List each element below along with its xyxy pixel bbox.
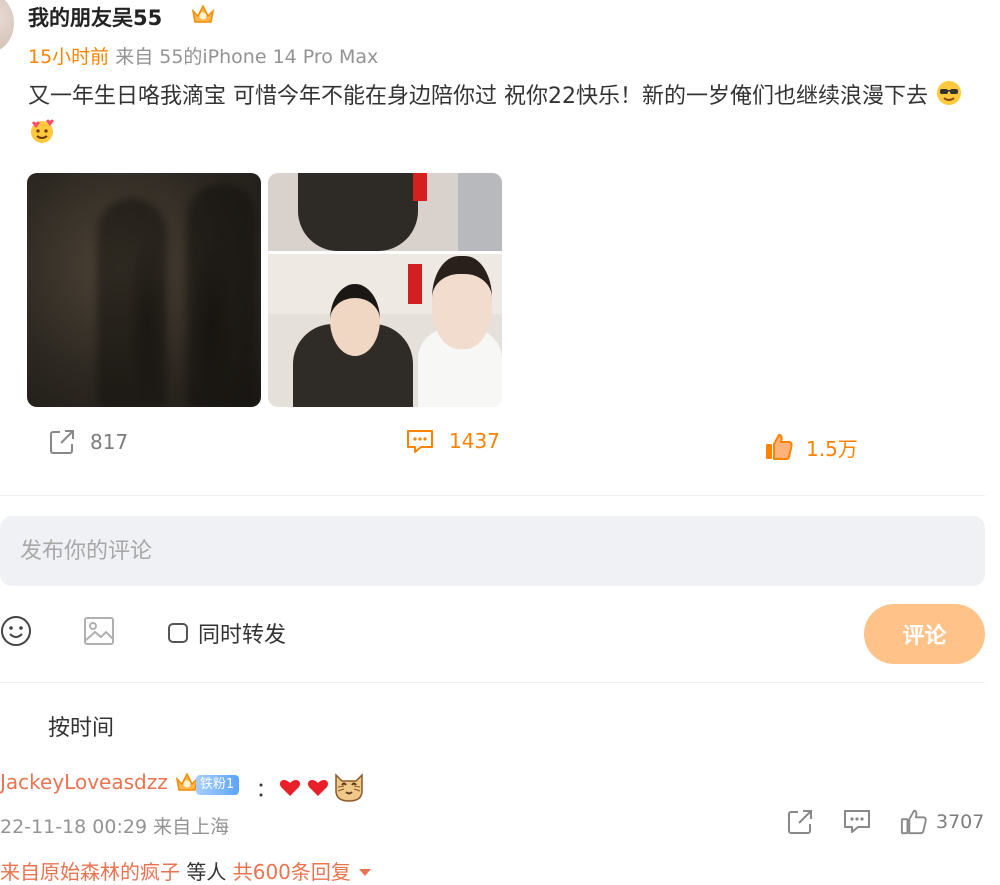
comment-icon: [407, 430, 433, 453]
comment-count: 1437: [449, 429, 500, 453]
divider: [0, 495, 985, 496]
sync-repost-checkbox[interactable]: [168, 623, 188, 643]
image-icon[interactable]: [82, 614, 116, 648]
comment-text-colon: ：: [256, 776, 276, 801]
reply-author[interactable]: 来自原始森林的疯子: [0, 860, 180, 884]
comment-reply-button[interactable]: [842, 808, 872, 834]
like-button[interactable]: 1.5万: [764, 432, 858, 462]
comment-like-count: 3707: [936, 811, 985, 833]
submit-comment-button[interactable]: 评论: [864, 604, 985, 664]
post-image-1[interactable]: [27, 173, 261, 407]
divider: [0, 682, 985, 683]
sync-repost-toggle[interactable]: 同时转发: [168, 617, 286, 649]
heart-icon: [279, 779, 301, 796]
post-content: 又一年生日咯我滴宝 可惜今年不能在身边陪你过 祝你22快乐！新的一岁俺们也继续浪…: [28, 78, 978, 154]
comment-text: ：: [256, 771, 366, 803]
share-icon: [788, 810, 812, 834]
post-image-2[interactable]: [268, 173, 502, 251]
comment-username[interactable]: JackeyLoveasdzz: [0, 770, 168, 794]
hearts-smile-emoji-icon: [31, 119, 54, 143]
thumbs-up-icon: [900, 809, 927, 835]
post-text: 又一年生日咯我滴宝 可惜今年不能在身边陪你过 祝你22快乐！新的一岁俺们也继续浪…: [28, 84, 928, 109]
share-icon: [50, 430, 74, 454]
reply-total[interactable]: 共600条回复: [233, 860, 351, 884]
fan-level-label: 铁粉1: [200, 777, 235, 792]
reply-connector: 等人: [180, 860, 233, 884]
comment-meta: 22-11-18 00:29 来自上海: [0, 816, 230, 838]
post-meta: 15小时前 来自 55的iPhone 14 Pro Max: [28, 42, 378, 69]
author-avatar[interactable]: [0, 0, 14, 52]
comment-icon: [844, 810, 870, 833]
author-name[interactable]: 我的朋友吴55: [28, 2, 162, 32]
comment-like-button[interactable]: 3707: [900, 808, 984, 836]
cool-sunglasses-emoji-icon: [936, 81, 961, 105]
comment-input[interactable]: [0, 516, 985, 586]
repost-count: 817: [90, 430, 129, 454]
thumbs-up-icon: [766, 434, 793, 460]
post-time[interactable]: 15小时前: [28, 46, 109, 68]
sync-repost-label: 同时转发: [198, 623, 287, 648]
post-source: 来自 55的iPhone 14 Pro Max: [115, 46, 379, 68]
like-count: 1.5万: [806, 436, 858, 461]
sort-by-time-tab[interactable]: 按时间: [48, 710, 114, 742]
heart-icon: [307, 779, 329, 796]
replies-expand-link[interactable]: 来自原始森林的疯子 等人 共600条回复: [0, 856, 371, 885]
post-image-3[interactable]: [268, 254, 502, 407]
vip-crown-icon: [191, 4, 215, 23]
comment-repost-button[interactable]: [786, 808, 814, 836]
fan-level-badge[interactable]: 铁粉1: [196, 775, 240, 795]
cat-face-icon: [335, 773, 363, 802]
comment-button[interactable]: 1437: [405, 428, 500, 454]
emoji-icon[interactable]: [0, 614, 33, 648]
repost-button[interactable]: 817: [48, 428, 128, 456]
